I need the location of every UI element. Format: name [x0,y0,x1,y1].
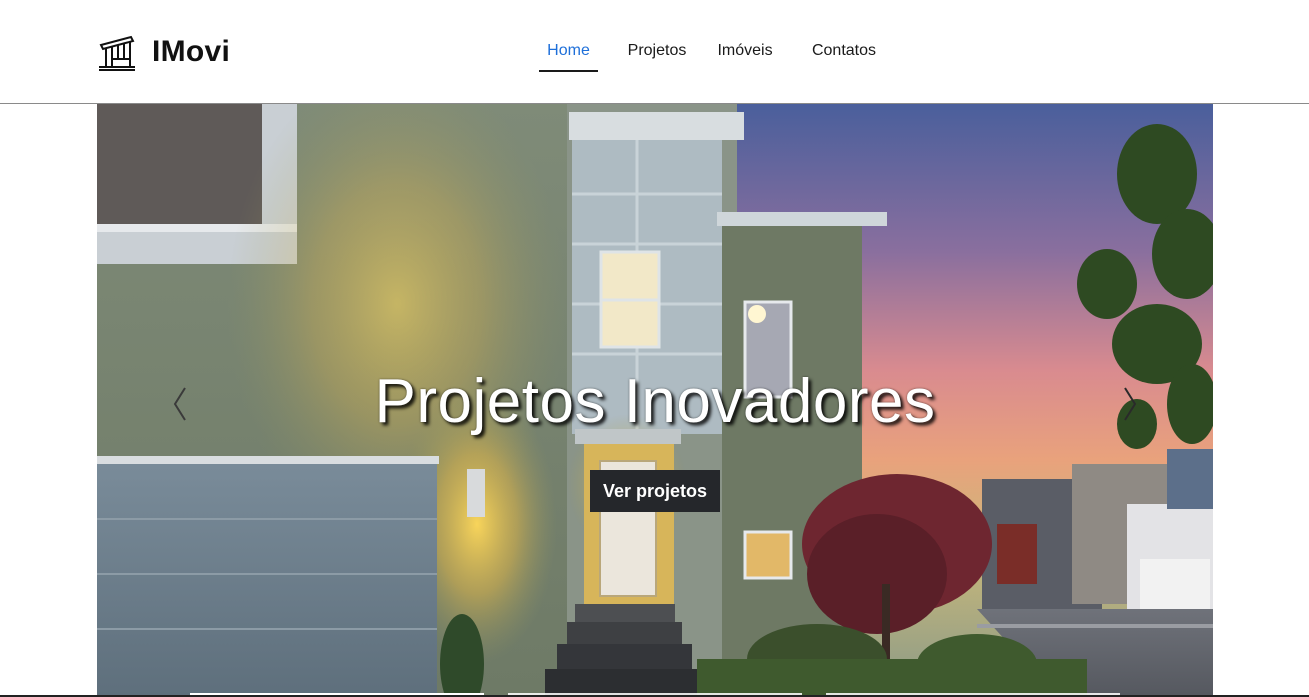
site-header: IMovi Home Projetos Imóveis Contatos [0,0,1309,104]
brand-logo[interactable]: IMovi [97,32,230,72]
nav-item-imoveis[interactable]: Imóveis [706,30,784,72]
main-nav: Home Projetos Imóveis Contatos [539,30,889,72]
hero-title: Projetos Inovadores [374,367,936,436]
nav-item-projetos[interactable]: Projetos [608,30,706,72]
nav-item-home[interactable]: Home [539,30,598,72]
brand-name: IMovi [152,35,231,68]
house-icon [99,35,135,71]
hero-carousel: Projetos Inovadores Ver projetos [97,104,1213,697]
view-projects-button[interactable]: Ver projetos [590,470,720,512]
nav-item-contatos[interactable]: Contatos [799,30,889,72]
